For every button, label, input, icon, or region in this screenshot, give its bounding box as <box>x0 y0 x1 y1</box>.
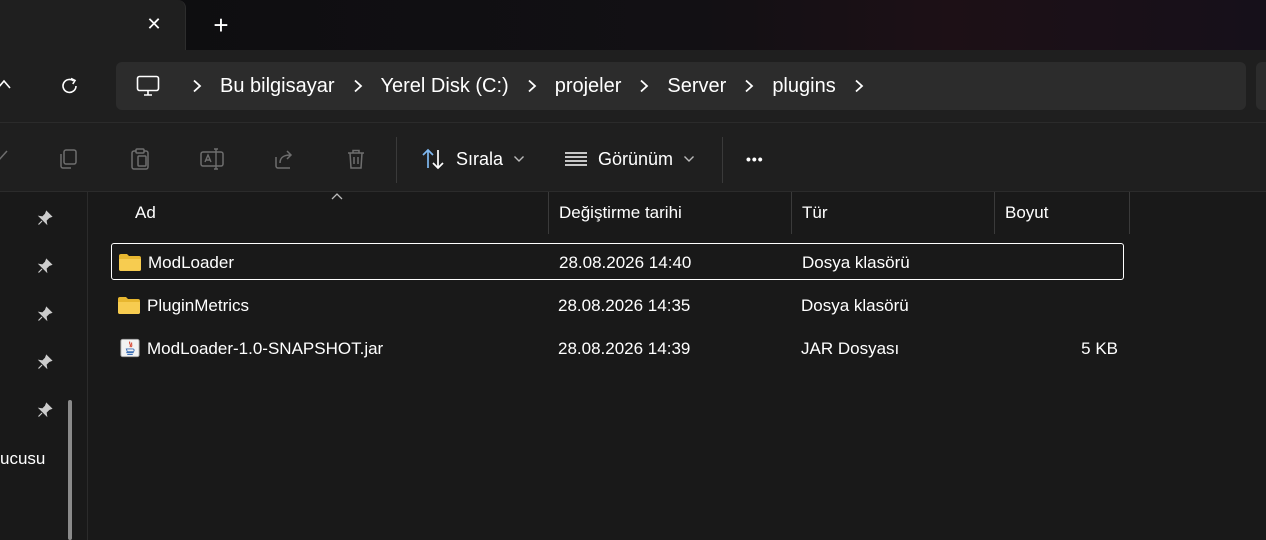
more-options-button[interactable]: ••• <box>746 139 764 179</box>
chevron-right-icon[interactable] <box>635 62 653 110</box>
delete-button[interactable] <box>338 141 374 177</box>
chevron-right-icon[interactable] <box>188 62 206 110</box>
navigation-row: Bu bilgisayar Yerel Disk (C:) projeler S… <box>0 50 1266 122</box>
chevron-right-icon[interactable] <box>740 62 758 110</box>
arrow-up-icon <box>0 79 11 89</box>
file-name: PluginMetrics <box>147 296 250 315</box>
refresh-icon <box>62 77 77 94</box>
copy-icon <box>60 149 77 169</box>
command-separator <box>396 137 397 183</box>
view-lines-icon <box>565 152 587 166</box>
file-size: 5 KB <box>1081 339 1118 358</box>
close-tab-button[interactable]: ✕ <box>140 10 168 38</box>
cut-button[interactable] <box>0 141 18 177</box>
view-label: Görünüm <box>598 148 674 169</box>
sort-button[interactable]: Sırala <box>420 139 525 179</box>
breadcrumb-bu-bilgisayar[interactable]: Bu bilgisayar <box>214 62 341 110</box>
command-separator <box>722 137 723 183</box>
pin-icon[interactable] <box>34 399 56 421</box>
more-icon: ••• <box>746 151 764 167</box>
column-header-name[interactable]: Ad <box>125 192 549 234</box>
folder-icon <box>119 254 141 271</box>
file-list: Ad Değiştirme tarihi Tür Boyut ModLoader… <box>89 192 1266 540</box>
chevron-right-icon[interactable] <box>349 62 367 110</box>
chevron-down-icon <box>684 156 695 162</box>
file-type: Dosya klasörü <box>801 296 909 315</box>
plus-icon: + <box>213 10 229 40</box>
title-bar: ✕ + <box>0 0 1266 50</box>
scissors-icon <box>0 150 8 160</box>
this-pc-crumb[interactable] <box>116 62 180 110</box>
file-modified: 28.08.2026 14:39 <box>558 339 691 358</box>
active-tab[interactable]: ✕ <box>0 0 186 50</box>
search-box[interactable] <box>1256 62 1266 110</box>
column-header-type[interactable]: Tür <box>792 192 995 234</box>
paste-button[interactable] <box>122 141 158 177</box>
chevron-right-icon[interactable] <box>850 62 868 110</box>
address-bar[interactable]: Bu bilgisayar Yerel Disk (C:) projeler S… <box>116 62 1246 110</box>
file-row[interactable]: PluginMetrics 28.08.2026 14:35 Dosya kla… <box>111 287 1124 324</box>
clipboard-icon <box>131 148 149 170</box>
new-tab-button[interactable]: + <box>206 10 236 40</box>
refresh-button[interactable] <box>52 68 88 104</box>
share-icon <box>275 150 293 169</box>
folder-icon <box>118 297 140 314</box>
rename-icon <box>200 148 224 170</box>
sidebar-item-label[interactable]: ucusu <box>0 449 45 469</box>
view-button[interactable]: Görünüm <box>564 139 695 179</box>
up-button[interactable] <box>0 68 22 104</box>
java-file-icon <box>120 338 140 358</box>
file-row[interactable]: ModLoader 28.08.2026 14:40 Dosya klasörü <box>111 243 1124 280</box>
sidebar-scrollbar[interactable] <box>68 400 72 540</box>
rename-button[interactable] <box>194 141 230 177</box>
chevron-down-icon <box>514 156 525 162</box>
pin-icon[interactable] <box>34 351 56 373</box>
pin-icon[interactable] <box>34 255 56 277</box>
file-name: ModLoader <box>148 253 235 272</box>
sort-arrows-icon <box>422 148 444 170</box>
close-icon: ✕ <box>146 13 162 34</box>
share-button[interactable] <box>266 141 302 177</box>
breadcrumb-server[interactable]: Server <box>661 62 732 110</box>
chevron-right-icon[interactable] <box>523 62 541 110</box>
command-bar: Sırala Görünüm ••• <box>0 122 1266 192</box>
column-header-modified[interactable]: Değiştirme tarihi <box>549 192 792 234</box>
file-row[interactable]: ModLoader-1.0-SNAPSHOT.jar 28.08.2026 14… <box>111 330 1124 367</box>
breadcrumb-plugins[interactable]: plugins <box>766 62 841 110</box>
navigation-pane: ucusu <box>0 192 88 540</box>
breadcrumb-projeler[interactable]: projeler <box>549 62 628 110</box>
sort-label: Sırala <box>456 148 504 169</box>
file-type: Dosya klasörü <box>802 253 910 272</box>
copy-button[interactable] <box>50 141 86 177</box>
file-modified: 28.08.2026 14:35 <box>558 296 691 315</box>
breadcrumb-yerel-disk[interactable]: Yerel Disk (C:) <box>375 62 515 110</box>
file-type: JAR Dosyası <box>801 339 900 358</box>
column-header-size[interactable]: Boyut <box>995 192 1130 234</box>
pin-icon[interactable] <box>34 207 56 229</box>
file-name: ModLoader-1.0-SNAPSHOT.jar <box>147 339 384 358</box>
pin-icon[interactable] <box>34 303 56 325</box>
monitor-icon <box>136 75 160 96</box>
trash-icon <box>348 149 364 169</box>
file-modified: 28.08.2026 14:40 <box>559 253 692 272</box>
